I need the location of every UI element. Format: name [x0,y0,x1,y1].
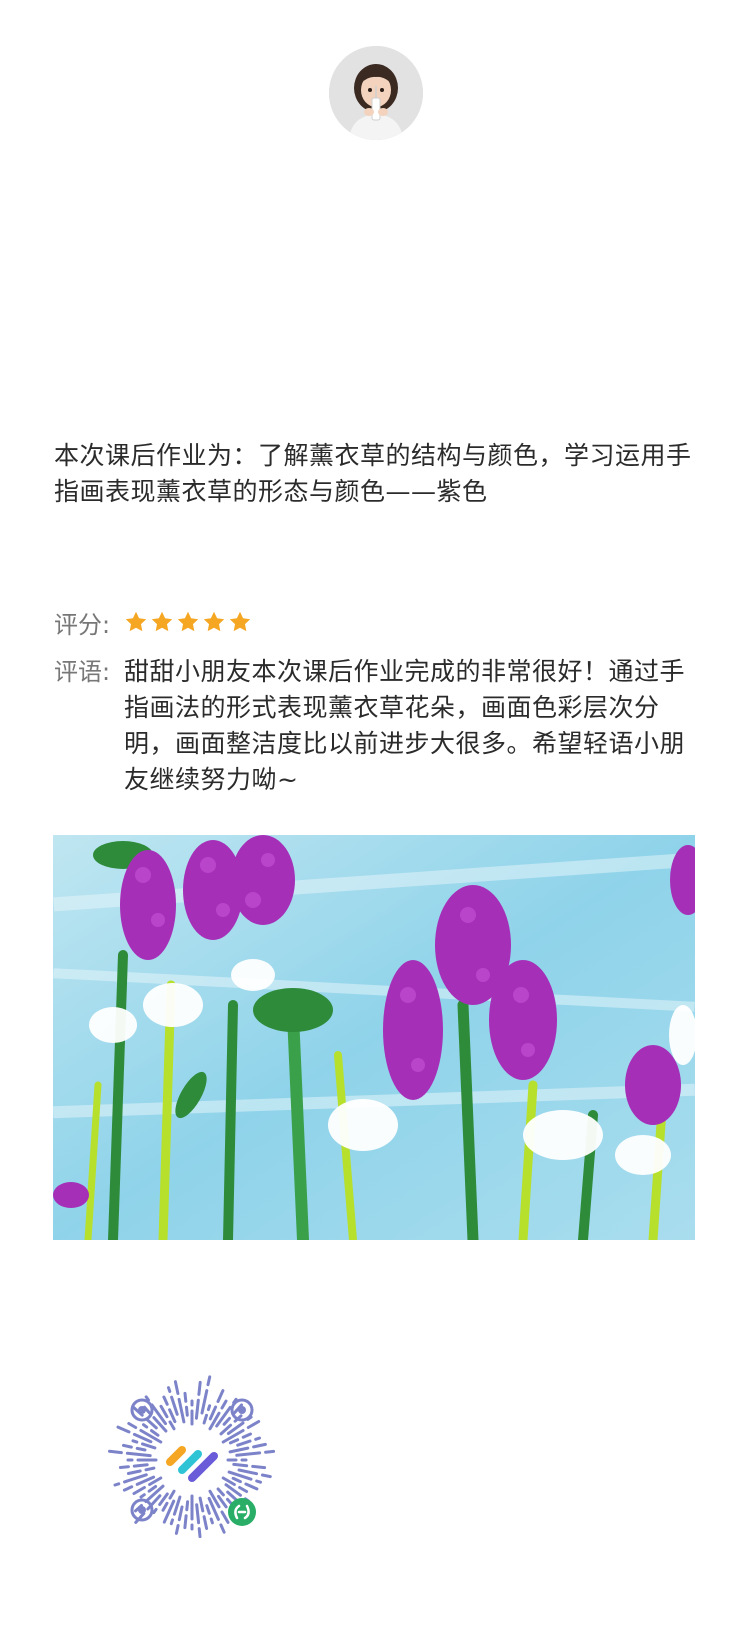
star-icon [229,611,251,632]
qr-ray [209,1517,214,1525]
qr-ray [185,1405,189,1417]
qr-ray [194,1398,200,1420]
qr-ray [118,1465,130,1469]
qr-ray [139,1493,146,1499]
score-label: 评分: [54,610,111,639]
star-icon [151,611,173,632]
star-icon [177,611,199,632]
qr-ray [255,1479,262,1484]
qr-ray [197,1527,202,1539]
qr-ray [152,1507,158,1515]
homework-description: 本次课后作业为：了解薰衣草的结构与颜色，学习运用手指画表现薰衣草的形态与颜色——… [54,441,692,506]
star-icon [203,611,225,632]
qr-ray [122,1443,133,1449]
score-row: 评分: [54,604,252,640]
qr-ray [185,1500,190,1512]
qr-ray [206,1404,212,1412]
comment-text: 甜甜小朋友本次课后作业完成的非常很好！通过手指画法的形式表现薰衣草花朵，画面色彩… [124,657,686,794]
comment-label: 评语: [54,658,111,686]
qr-ray [197,1380,202,1396]
qr-ray [251,1464,267,1470]
qr-ray [264,1449,276,1454]
child-avatar-image [329,46,423,140]
qr-ray [131,1439,139,1444]
qr-ray [206,1375,212,1387]
star-rating [124,610,252,634]
qr-ray [142,1423,149,1429]
qr-ray [195,1503,201,1525]
qr-ray [169,1518,174,1526]
mini-program-code-icon[interactable] [102,1370,282,1550]
qr-ray [183,1391,188,1403]
mini-program-link-icon [228,1498,256,1526]
qr-ray [167,1386,172,1393]
qr-ray [174,1524,180,1535]
artwork-image [53,835,695,1240]
qr-ray [144,1466,156,1472]
avatar [329,46,423,140]
qr-ray [132,1463,149,1468]
star-icon [125,611,147,632]
qr-ray [108,1449,123,1455]
qr-ray [113,1482,121,1487]
qr-ray [135,1446,147,1452]
qr-ray [183,1514,188,1530]
qr-ray [232,1462,249,1468]
comment-row: 评语: 甜甜小朋友本次课后作业完成的非常很好！通过手指画法的形式表现薰衣草花朵，… [54,654,704,798]
qr-ray [260,1473,272,1479]
qr-ray [254,1436,261,1441]
